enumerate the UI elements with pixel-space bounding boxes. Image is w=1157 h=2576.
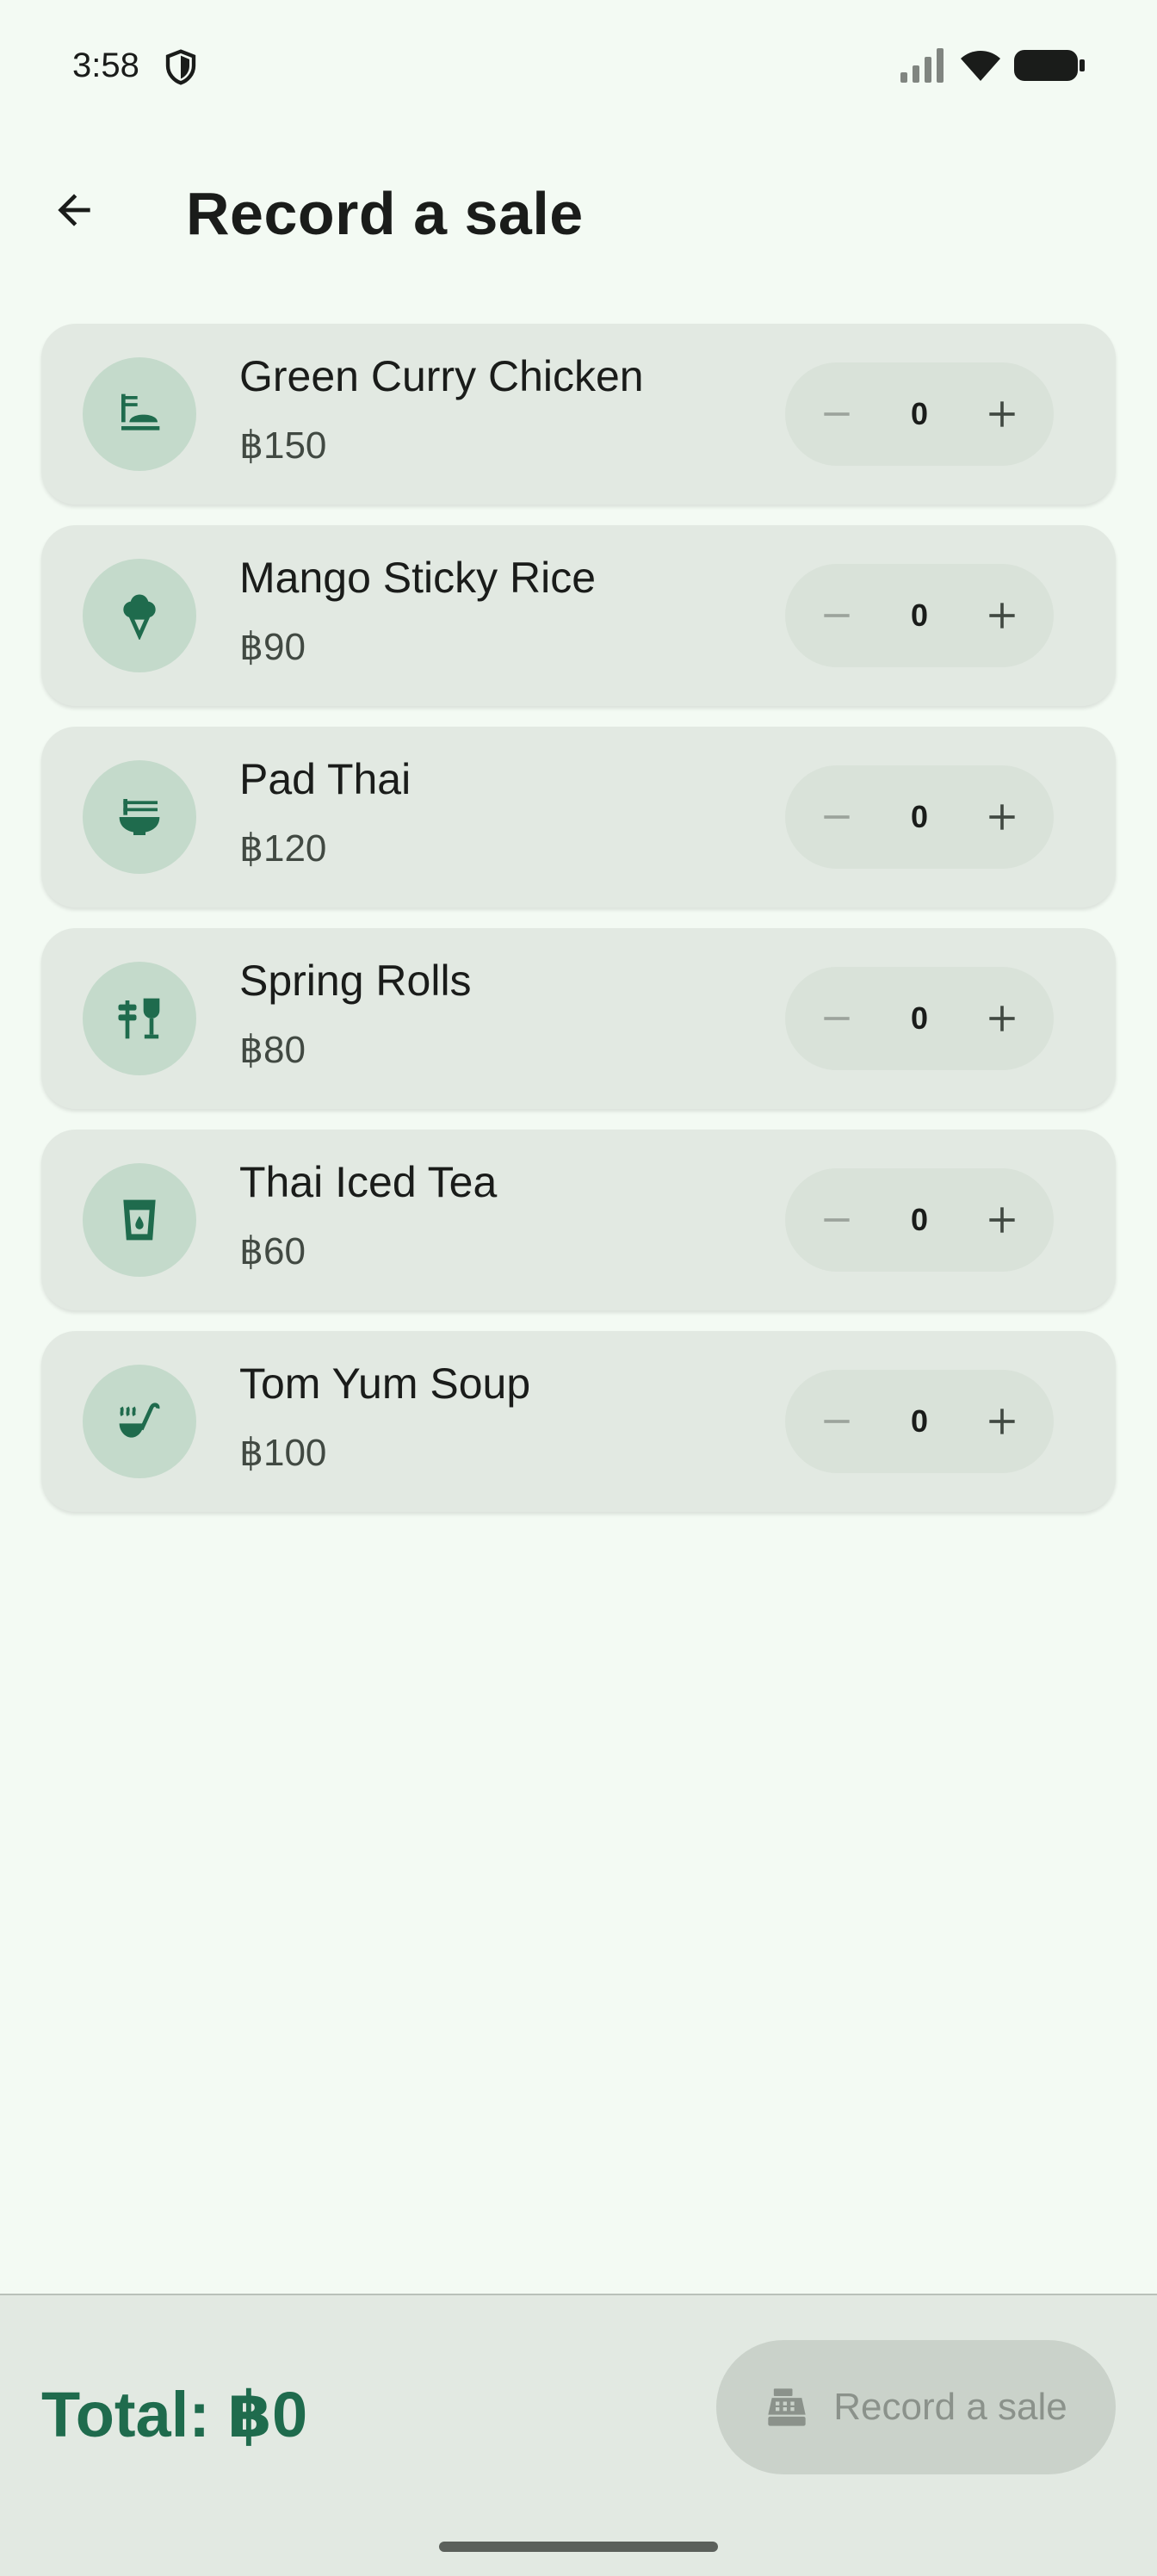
increase-button[interactable] [966, 1184, 1038, 1256]
decrease-button[interactable] [801, 1385, 873, 1458]
increase-button[interactable] [966, 378, 1038, 450]
arrow-back-icon [58, 194, 90, 226]
item-price: ฿60 [239, 1230, 306, 1273]
plus-icon [989, 804, 1015, 830]
quantity-stepper: 0 [785, 967, 1054, 1070]
record-sale-button[interactable]: Record a sale [716, 2340, 1116, 2474]
status-icons [900, 48, 1085, 83]
quantity-value: 0 [910, 1403, 929, 1439]
signal-icon [900, 48, 944, 83]
item-price: ฿100 [239, 1432, 327, 1474]
status-time: 3:58 [72, 46, 139, 84]
increase-button[interactable] [966, 781, 1038, 853]
status-bar: 3:58 [0, 0, 1157, 134]
item-icon-container [83, 1365, 196, 1478]
tapas-icon [118, 998, 160, 1039]
item-name: Thai Iced Tea [239, 1158, 498, 1206]
item-icon-container [83, 559, 196, 672]
menu-item-card: Green Curry Chicken ฿150 0 [41, 324, 1116, 505]
plus-icon [989, 1207, 1015, 1233]
minus-icon [824, 815, 850, 819]
minus-icon [824, 1218, 850, 1222]
menu-item-card: Tom Yum Soup ฿100 0 [41, 1331, 1116, 1512]
quantity-value: 0 [910, 799, 929, 834]
decrease-button[interactable] [801, 579, 873, 652]
menu-item-card: Pad Thai ฿120 0 [41, 727, 1116, 907]
menu-item-card: Thai Iced Tea ฿60 0 [41, 1130, 1116, 1310]
decrease-button[interactable] [801, 982, 873, 1055]
menu-item-card: Mango Sticky Rice ฿90 0 [41, 525, 1116, 706]
item-name: Tom Yum Soup [239, 1359, 531, 1408]
back-button[interactable] [38, 174, 110, 246]
decrease-button[interactable] [801, 781, 873, 853]
increase-button[interactable] [966, 579, 1038, 652]
item-price: ฿80 [239, 1029, 306, 1071]
menu-item-list: Green Curry Chicken ฿150 0 Mango Sticky … [41, 324, 1116, 1533]
item-price: ฿120 [239, 827, 327, 870]
minus-icon [824, 1017, 850, 1020]
total-amount: Total: ฿0 [41, 2379, 308, 2450]
item-price: ฿90 [239, 626, 306, 668]
rice-bowl-icon [121, 393, 160, 430]
drink-cup-icon [123, 1199, 156, 1241]
quantity-value: 0 [910, 1202, 929, 1237]
increase-button[interactable] [966, 982, 1038, 1055]
page-title: Record a sale [186, 180, 584, 247]
increase-button[interactable] [966, 1385, 1038, 1458]
quantity-stepper: 0 [785, 1370, 1054, 1473]
wifi-icon [961, 51, 1000, 81]
item-price: ฿150 [239, 424, 327, 467]
quantity-stepper: 0 [785, 765, 1054, 869]
battery-icon [1014, 50, 1085, 81]
ice-cream-icon [123, 594, 156, 640]
decrease-button[interactable] [801, 1184, 873, 1256]
record-sale-button-label: Record a sale [833, 2386, 1067, 2428]
item-name: Green Curry Chicken [239, 352, 644, 400]
quantity-value: 0 [910, 598, 929, 633]
point-of-sale-icon [768, 2388, 806, 2426]
item-icon-container [83, 760, 196, 874]
plus-icon [989, 1409, 1015, 1434]
quantity-value: 0 [910, 396, 929, 431]
soup-ladle-icon [119, 1403, 160, 1438]
home-indicator[interactable] [439, 2542, 718, 2552]
record-sale-screen: 3:58 Record a sale Green Curry Chicken ฿… [0, 0, 1157, 2576]
menu-item-card: Spring Rolls ฿80 0 [41, 928, 1116, 1109]
plus-icon [989, 1006, 1015, 1031]
minus-icon [824, 614, 850, 617]
minus-icon [824, 412, 850, 416]
quantity-value: 0 [910, 1000, 929, 1036]
item-name: Mango Sticky Rice [239, 554, 597, 602]
quantity-stepper: 0 [785, 362, 1054, 466]
plus-icon [989, 603, 1015, 629]
quantity-stepper: 0 [785, 564, 1054, 667]
shield-icon [165, 49, 196, 85]
noodle-bowl-icon [119, 799, 160, 835]
quantity-stepper: 0 [785, 1168, 1054, 1272]
app-bar: Record a sale [0, 155, 1157, 267]
minus-icon [824, 1420, 850, 1423]
item-name: Pad Thai [239, 755, 411, 803]
plus-icon [989, 401, 1015, 427]
item-icon-container [83, 1163, 196, 1277]
item-icon-container [83, 962, 196, 1075]
bottom-bar: Total: ฿0 Record a sale [0, 2294, 1157, 2576]
item-name: Spring Rolls [239, 957, 472, 1005]
decrease-button[interactable] [801, 378, 873, 450]
item-icon-container [83, 357, 196, 471]
